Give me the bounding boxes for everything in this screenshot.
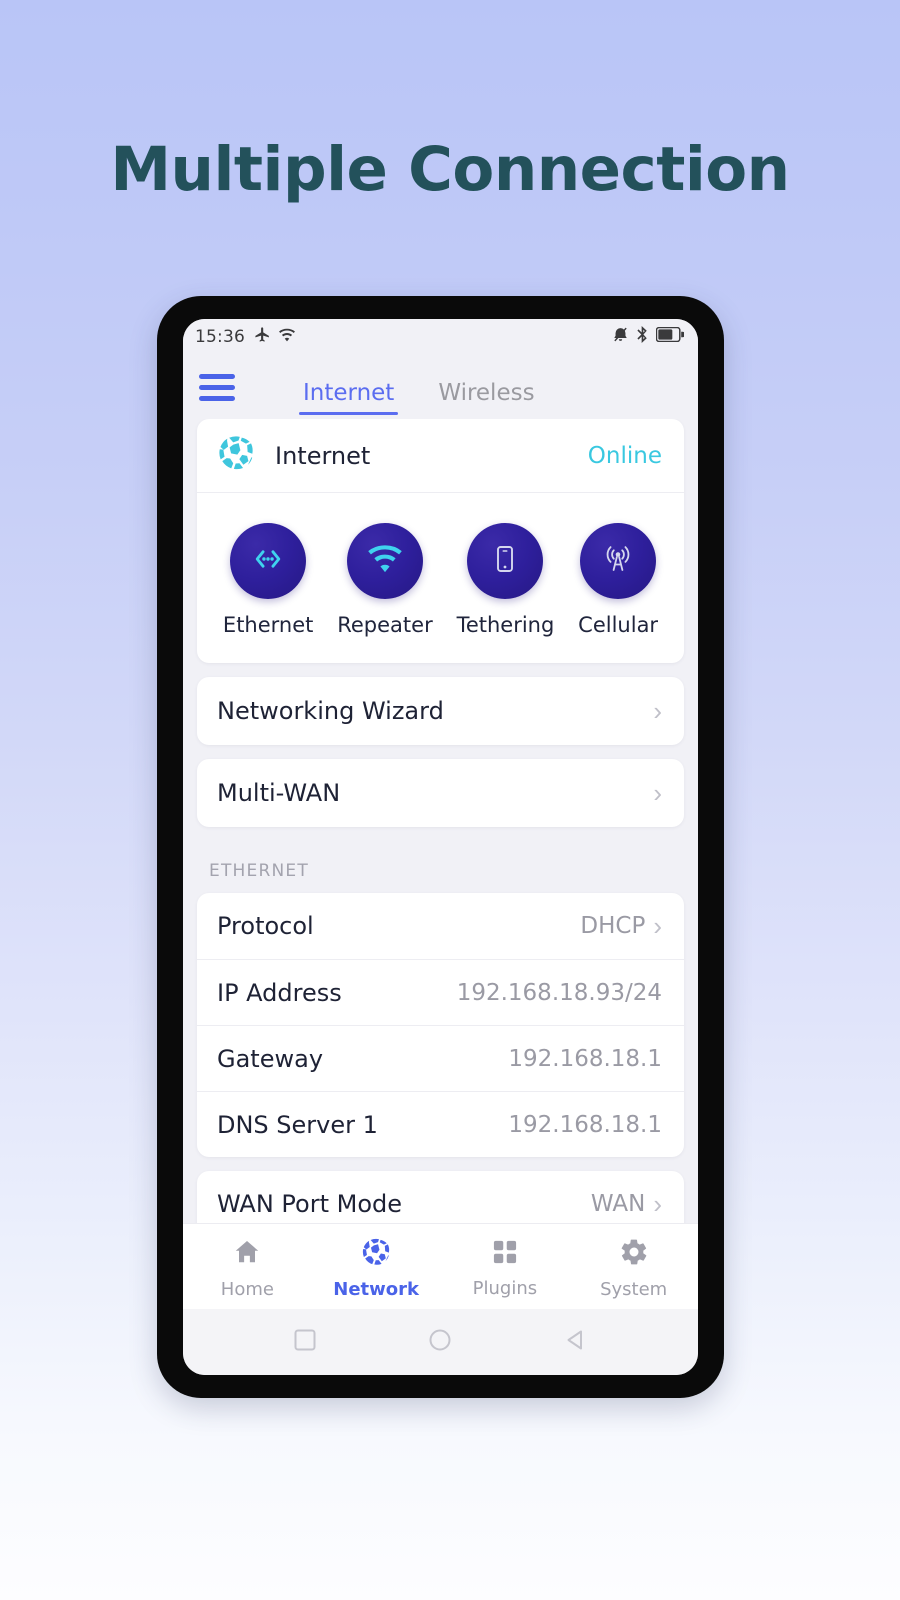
- row-label-networking-wizard: Networking Wizard: [217, 697, 444, 725]
- hamburger-icon[interactable]: [199, 373, 235, 401]
- home-circle-icon[interactable]: [427, 1327, 453, 1358]
- tab-list: Internet Wireless: [299, 355, 539, 419]
- connection-type-grid: Ethernet Repeater Tethering Cellular: [197, 493, 684, 663]
- tabbar-item-home[interactable]: Home: [183, 1237, 312, 1300]
- airplane-icon: [254, 326, 271, 348]
- bottom-tab-bar: Home Network Plugins System: [183, 1223, 698, 1309]
- bluetooth-icon: [636, 326, 649, 348]
- tabbar-label-plugins: Plugins: [472, 1278, 538, 1299]
- row-right-networking-wizard: ›: [653, 698, 662, 724]
- hamburger-bar-1: [199, 373, 235, 379]
- internet-card: Internet Online Ethernet Repeater Tether…: [197, 419, 684, 663]
- row-right-multi-wan: ›: [653, 780, 662, 806]
- tabbar-label-network: Network: [333, 1279, 419, 1300]
- tab-wireless[interactable]: Wireless: [434, 380, 538, 415]
- row-value-protocol: DHCP: [580, 913, 646, 939]
- status-badge: Online: [587, 442, 662, 469]
- row-label-dns-server-1: DNS Server 1: [217, 1110, 378, 1139]
- connection-label-ethernet: Ethernet: [222, 613, 314, 637]
- section-header-ethernet: ETHERNET: [209, 861, 309, 881]
- ethernet-icon: [250, 541, 286, 582]
- chevron-right-icon: ›: [653, 1189, 662, 1219]
- status-bar-time: 15:36: [195, 327, 245, 347]
- row-ip-address: IP Address 192.168.18.93/24: [197, 959, 684, 1025]
- row-protocol[interactable]: Protocol DHCP ›: [197, 893, 684, 959]
- row-value-wan-port-mode: WAN: [590, 1191, 646, 1217]
- app-bar: Internet Wireless: [183, 355, 698, 419]
- tabbar-label-system: System: [600, 1279, 668, 1300]
- tabbar-item-plugins[interactable]: Plugins: [441, 1238, 570, 1299]
- row-wan-port-mode[interactable]: WAN Port Mode WAN ›: [197, 1171, 684, 1223]
- page-title: Multiple Connection: [110, 134, 790, 205]
- row-value-dns-server-1: 192.168.18.1: [508, 1111, 662, 1138]
- row-label-ip-address: IP Address: [217, 978, 342, 1007]
- tabbar-item-network[interactable]: Network: [312, 1237, 441, 1300]
- hamburger-bar-2: [199, 384, 235, 390]
- row-label-wan-port-mode: WAN Port Mode: [217, 1190, 403, 1218]
- row-label-gateway: Gateway: [217, 1044, 324, 1073]
- connection-label-repeater: Repeater: [337, 613, 433, 637]
- globe-icon: [361, 1237, 391, 1272]
- cellular-icon-circle: [580, 523, 657, 599]
- grid-icon: [491, 1238, 519, 1271]
- status-bar-right-icons: [612, 326, 686, 348]
- tethering-icon-circle: [467, 523, 544, 599]
- wan-port-mode-card: WAN Port Mode WAN ›: [197, 1171, 684, 1223]
- chevron-right-icon: ›: [653, 911, 662, 941]
- battery-icon: [655, 326, 686, 347]
- globe-icon: [217, 434, 255, 477]
- content-scroll-area[interactable]: Internet Online Ethernet Repeater Tether…: [183, 419, 698, 1223]
- phone-screen: 15:36 Internet Wireless Internet Online …: [183, 319, 698, 1375]
- tab-internet[interactable]: Internet: [299, 380, 399, 415]
- multi-wan-card: Multi-WAN ›: [197, 759, 684, 827]
- row-label-protocol: Protocol: [217, 912, 314, 940]
- back-triangle-icon[interactable]: [563, 1327, 589, 1358]
- row-networking-wizard[interactable]: Networking Wizard ›: [197, 677, 684, 745]
- row-label-multi-wan: Multi-WAN: [217, 779, 341, 807]
- internet-status-row[interactable]: Internet Online: [197, 419, 684, 493]
- connection-label-tethering: Tethering: [456, 613, 555, 637]
- ethernet-icon-circle: [230, 523, 307, 599]
- internet-card-title: Internet: [275, 441, 371, 470]
- row-value-gateway: 192.168.18.1: [508, 1045, 662, 1072]
- row-dns-server-1: DNS Server 1 192.168.18.1: [197, 1091, 684, 1157]
- phone-icon: [488, 542, 522, 581]
- status-bar: 15:36: [183, 319, 698, 355]
- connection-label-cellular: Cellular: [578, 613, 659, 637]
- tabbar-item-system[interactable]: System: [569, 1237, 698, 1300]
- chevron-right-icon: ›: [653, 696, 662, 726]
- connection-tile-repeater[interactable]: Repeater: [337, 523, 433, 637]
- tabbar-label-home: Home: [220, 1279, 274, 1300]
- row-gateway: Gateway 192.168.18.1: [197, 1025, 684, 1091]
- wifi-icon: [366, 544, 404, 579]
- row-multi-wan[interactable]: Multi-WAN ›: [197, 759, 684, 827]
- wifi-icon: [278, 328, 296, 347]
- status-bar-left-icons: [254, 326, 296, 348]
- hamburger-bar-3: [199, 395, 235, 401]
- recents-square-icon[interactable]: [292, 1327, 318, 1358]
- gear-icon: [619, 1237, 649, 1272]
- ethernet-details-card: Protocol DHCP › IP Address 192.168.18.93…: [197, 893, 684, 1157]
- home-icon: [232, 1237, 262, 1272]
- mute-icon: [612, 326, 629, 348]
- phone-frame: 15:36 Internet Wireless Internet Online …: [157, 296, 724, 1398]
- repeater-icon-circle: [346, 523, 423, 599]
- connection-tile-ethernet[interactable]: Ethernet: [223, 523, 313, 637]
- connection-tile-cellular[interactable]: Cellular: [578, 523, 658, 637]
- android-nav-bar: [183, 1309, 698, 1375]
- networking-wizard-card: Networking Wizard ›: [197, 677, 684, 745]
- connection-tile-tethering[interactable]: Tethering: [456, 523, 555, 637]
- cell-tower-icon: [601, 542, 635, 581]
- chevron-right-icon: ›: [653, 778, 662, 808]
- row-value-ip-address: 192.168.18.93/24: [456, 979, 662, 1006]
